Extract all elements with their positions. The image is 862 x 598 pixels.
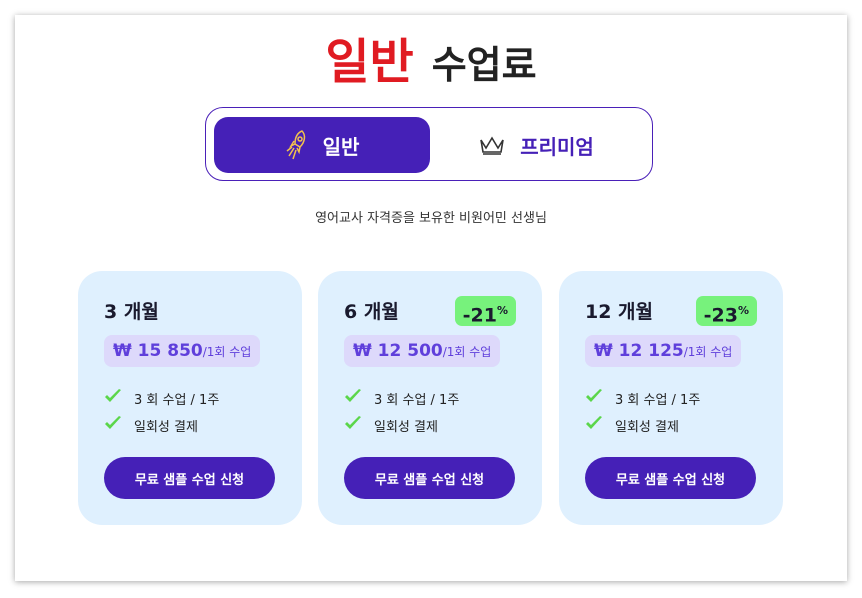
plan-card-12-months: 12 개월 -23% ₩ 12 125/1회 수업 3 회 수업 / 1주 일회… xyxy=(559,271,783,525)
page-title: 일반 수업료 xyxy=(15,27,847,97)
discount-badge: -21% xyxy=(454,296,516,327)
price-tag: ₩ 12 125/1회 수업 xyxy=(585,335,742,367)
rocket-icon xyxy=(285,129,309,161)
feature-text: 일회성 결제 xyxy=(615,419,679,435)
price-amount: ₩ 12 125 xyxy=(594,341,684,361)
feature-item: 3 회 수업 / 1주 xyxy=(104,387,219,409)
plan-card-3-months: 3 개월 ₩ 15 850/1회 수업 3 회 수업 / 1주 일회성 결제 무… xyxy=(78,271,302,525)
toggle-premium-label: 프리미엄 xyxy=(520,134,594,159)
plan-type-toggle: 일반 프리미엄 xyxy=(205,107,653,181)
feature-text: 3 회 수업 / 1주 xyxy=(134,392,220,408)
price-unit: /1회 수업 xyxy=(683,345,733,359)
discount-percent: % xyxy=(737,304,749,317)
plan-card-6-months: 6 개월 -21% ₩ 12 500/1회 수업 3 회 수업 / 1주 일회성… xyxy=(318,271,542,525)
discount-percent: % xyxy=(496,304,508,317)
checkmark-icon xyxy=(104,388,134,408)
teacher-description: 영어교사 자격증을 보유한 비원어민 선생님 xyxy=(315,211,547,226)
free-trial-button[interactable]: 무료 샘플 수업 신청 xyxy=(104,457,275,499)
title-accent: 일반 xyxy=(325,34,414,90)
feature-item: 일회성 결제 xyxy=(585,414,679,436)
pricing-panel: 일반 수업료 일반 프리미엄 영어교사 자격증을 보유한 비원어민 선생님 3 … xyxy=(15,15,847,581)
feature-text: 3 회 수업 / 1주 xyxy=(374,392,460,408)
toggle-general-label: 일반 xyxy=(322,134,360,159)
toggle-premium-button[interactable]: 프리미엄 xyxy=(428,117,644,173)
price-unit: /1회 수업 xyxy=(442,345,492,359)
price-tag: ₩ 15 850/1회 수업 xyxy=(104,335,261,367)
crown-icon xyxy=(478,134,506,156)
checkmark-icon xyxy=(585,388,615,408)
price-unit: /1회 수업 xyxy=(202,345,252,359)
discount-badge: -23% xyxy=(695,296,757,327)
title-rest: 수업료 xyxy=(431,43,537,87)
free-trial-button[interactable]: 무료 샘플 수업 신청 xyxy=(344,457,515,499)
price-amount: ₩ 12 500 xyxy=(353,341,443,361)
toggle-general-button[interactable]: 일반 xyxy=(214,117,430,173)
feature-item: 일회성 결제 xyxy=(104,414,198,436)
checkmark-icon xyxy=(585,415,615,435)
checkmark-icon xyxy=(344,388,374,408)
feature-item: 3 회 수업 / 1주 xyxy=(344,387,459,409)
feature-text: 일회성 결제 xyxy=(134,419,198,435)
plan-period: 3 개월 xyxy=(104,301,159,323)
feature-item: 3 회 수업 / 1주 xyxy=(585,387,700,409)
plan-period: 12 개월 xyxy=(585,301,654,323)
checkmark-icon xyxy=(104,415,134,435)
checkmark-icon xyxy=(344,415,374,435)
feature-text: 일회성 결제 xyxy=(374,419,438,435)
free-trial-button[interactable]: 무료 샘플 수업 신청 xyxy=(585,457,756,499)
feature-item: 일회성 결제 xyxy=(344,414,438,436)
discount-value: -23 xyxy=(703,304,738,327)
price-tag: ₩ 12 500/1회 수업 xyxy=(344,335,501,367)
discount-value: -21 xyxy=(462,304,497,327)
feature-text: 3 회 수업 / 1주 xyxy=(615,392,701,408)
plan-period: 6 개월 xyxy=(344,301,399,323)
price-amount: ₩ 15 850 xyxy=(113,341,203,361)
